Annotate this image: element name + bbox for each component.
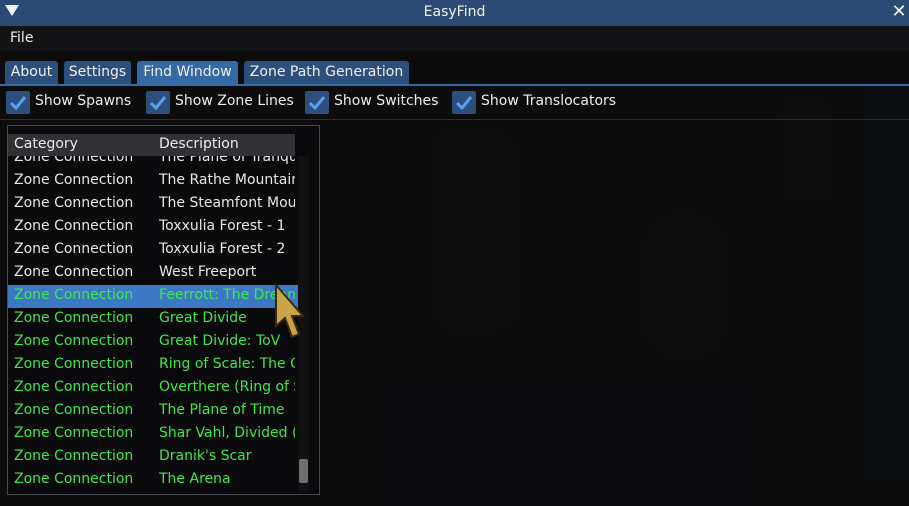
table-row[interactable]: Zone Connection Great Divide	[8, 308, 298, 331]
divider	[0, 119, 909, 120]
row-description: Dranik's Scar	[159, 448, 252, 464]
menu-file[interactable]: File	[10, 30, 33, 46]
table-row[interactable]: Zone Connection The Arena	[8, 469, 298, 491]
column-header-category[interactable]: Category	[14, 136, 78, 152]
tab-zone-path-generation[interactable]: Zone Path Generation	[244, 61, 409, 84]
show-zone-lines-checkbox[interactable]	[146, 91, 170, 114]
row-category: Zone Connection	[14, 402, 134, 418]
show-switches-label: Show Switches	[334, 93, 439, 109]
table-row[interactable]: Zone Connection Ring of Scale: The Overth…	[8, 354, 298, 377]
row-description: West Freeport	[159, 264, 257, 280]
tab-settings[interactable]: Settings	[64, 61, 131, 84]
table-row[interactable]: Zone Connection Feerrott: The Dream	[8, 285, 298, 308]
row-category: Zone Connection	[14, 156, 134, 165]
table-row[interactable]: Zone Connection The Rathe Mountains	[8, 170, 298, 193]
menu-bar	[0, 26, 909, 51]
row-description: The Arena	[159, 471, 231, 487]
table-row[interactable]: Zone Connection Great Divide: ToV	[8, 331, 298, 354]
checkmark-icon	[308, 96, 326, 111]
row-category: Zone Connection	[14, 172, 134, 188]
row-description: The Plane of Time	[159, 402, 285, 418]
table-row[interactable]: Zone Connection Toxxulia Forest - 2	[8, 239, 298, 262]
mouse-cursor-icon	[275, 282, 306, 339]
row-description: The Steamfont Mountains	[159, 195, 295, 211]
checkmark-icon	[9, 96, 27, 111]
row-description: Ring of Scale: The Overthere	[159, 356, 295, 372]
row-category: Zone Connection	[14, 379, 134, 395]
scrollbar-thumb[interactable]	[299, 459, 308, 483]
row-description: Overthere (Ring of Scale)	[159, 379, 295, 395]
show-translocators-label: Show Translocators	[481, 93, 617, 109]
row-category: Zone Connection	[14, 356, 134, 372]
row-category: Zone Connection	[14, 241, 134, 257]
tab-find-window[interactable]: Find Window	[137, 61, 238, 84]
show-translocators-checkbox[interactable]	[452, 91, 476, 114]
column-header-description[interactable]: Description	[159, 136, 239, 152]
table-row[interactable]: Zone Connection West Freeport	[8, 262, 298, 285]
row-category: Zone Connection	[14, 425, 134, 441]
row-description: The Rathe Mountains	[159, 172, 295, 188]
table-row[interactable]: Zone Connection The Plane of Time	[8, 400, 298, 423]
row-description: Shar Vahl, Divided (	[159, 425, 295, 441]
row-category: Zone Connection	[14, 264, 134, 280]
row-category: Zone Connection	[14, 448, 134, 464]
show-switches-checkbox[interactable]	[305, 91, 329, 114]
close-icon[interactable]: ✕	[890, 2, 908, 22]
row-category: Zone Connection	[14, 310, 134, 326]
table-row[interactable]: Zone Connection Dranik's Scar	[8, 446, 298, 469]
row-description: Toxxulia Forest - 2	[159, 241, 286, 257]
table-row[interactable]: Zone Connection Toxxulia Forest - 1	[8, 216, 298, 239]
table-row[interactable]: Zone Connection The Steamfont Mountains	[8, 193, 298, 216]
show-zone-lines-label: Show Zone Lines	[175, 93, 294, 109]
row-category: Zone Connection	[14, 333, 134, 349]
table-row[interactable]: Zone Connection Overthere (Ring of Scale)	[8, 377, 298, 400]
row-description: Toxxulia Forest - 1	[159, 218, 286, 234]
checkmark-icon	[149, 96, 167, 111]
show-spawns-label: Show Spawns	[35, 93, 132, 109]
window-title: EasyFind	[423, 4, 486, 20]
row-category: Zone Connection	[14, 195, 134, 211]
tab-about[interactable]: About	[5, 61, 58, 84]
table-row[interactable]: Zone Connection Shar Vahl, Divided (	[8, 423, 298, 446]
checkmark-icon	[455, 96, 473, 111]
row-category: Zone Connection	[14, 218, 134, 234]
tab-underline	[0, 84, 909, 86]
row-category: Zone Connection	[14, 287, 134, 303]
results-list[interactable]: Zone ConnectionThe Plane of TranquilityZ…	[8, 156, 298, 491]
table-row[interactable]: Zone Connection The Plane of Tranquility	[8, 156, 298, 170]
show-spawns-checkbox[interactable]	[6, 91, 30, 114]
row-description: The Plane of Tranquility	[159, 156, 295, 165]
row-category: Zone Connection	[14, 471, 134, 487]
